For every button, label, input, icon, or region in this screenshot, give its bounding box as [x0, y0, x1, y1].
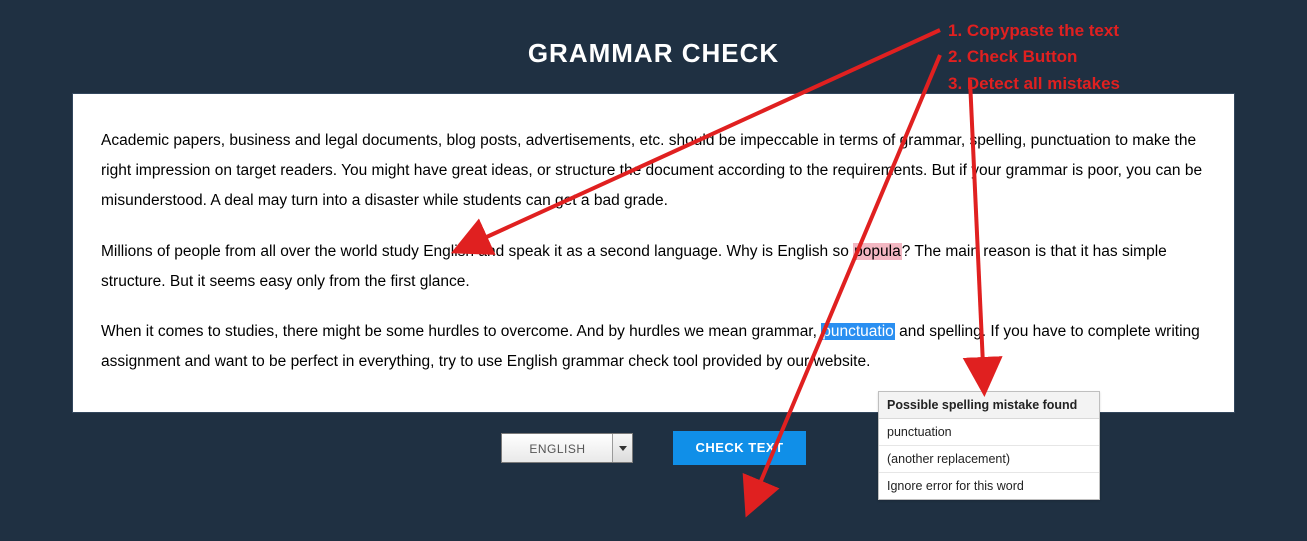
error-highlight-punctuatio[interactable]: punctuatio	[821, 323, 895, 340]
editor-paragraph: When it comes to studies, there might be…	[101, 317, 1206, 377]
error-highlight-popula[interactable]: popula	[853, 243, 902, 260]
annotation-line: 2. Check Button	[948, 44, 1120, 70]
text-fragment: When it comes to studies, there might be…	[101, 323, 821, 340]
tooltip-option-other[interactable]: (another replacement)	[879, 446, 1099, 473]
annotation-line: 3. Detect all mistakes	[948, 71, 1120, 97]
language-label: ENGLISH	[502, 434, 612, 462]
check-text-button[interactable]: CHECK TEXT	[673, 431, 805, 465]
controls-bar: ENGLISH CHECK TEXT	[0, 431, 1307, 465]
tooltip-title: Possible spelling mistake found	[879, 392, 1099, 419]
text-editor[interactable]: Academic papers, business and legal docu…	[72, 93, 1235, 413]
language-select[interactable]: ENGLISH	[501, 433, 633, 463]
annotation-line: 1. Copypaste the text	[948, 18, 1120, 44]
text-fragment: Millions of people from all over the wor…	[101, 243, 853, 260]
chevron-down-icon	[612, 434, 632, 462]
editor-paragraph: Millions of people from all over the wor…	[101, 237, 1206, 297]
annotation-list: 1. Copypaste the text 2. Check Button 3.…	[948, 18, 1120, 97]
suggestion-tooltip: Possible spelling mistake found punctuat…	[878, 391, 1100, 500]
editor-paragraph: Academic papers, business and legal docu…	[101, 126, 1206, 217]
tooltip-option-ignore[interactable]: Ignore error for this word	[879, 473, 1099, 499]
tooltip-option-punctuation[interactable]: punctuation	[879, 419, 1099, 446]
